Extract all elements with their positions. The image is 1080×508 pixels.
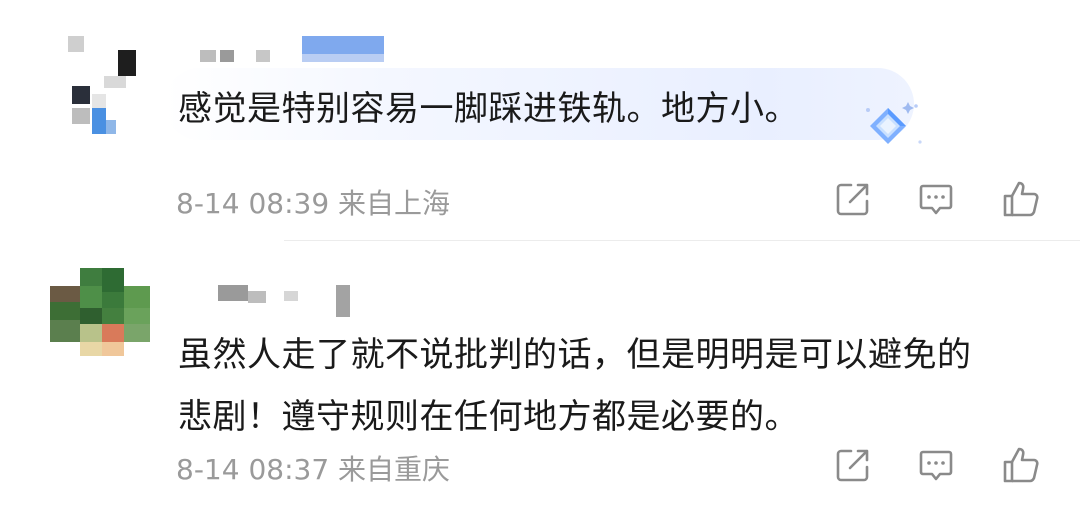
like-button[interactable] — [998, 176, 1044, 222]
thumbs-up-icon — [1003, 447, 1039, 483]
like-button[interactable] — [998, 442, 1044, 488]
diamond-badge-icon — [858, 96, 928, 156]
share-button[interactable] — [830, 442, 876, 488]
comment-icon — [919, 184, 953, 215]
comment-location: 来自重庆 — [338, 453, 451, 486]
comment-meta: 8-14 08:37 来自重庆 — [176, 448, 450, 488]
share-icon — [836, 449, 869, 482]
comment-text: 感觉是特别容易一脚踩进铁轨。地方小。 — [178, 78, 799, 140]
share-button[interactable] — [830, 176, 876, 222]
thumbs-up-icon — [1003, 181, 1039, 217]
comment-text-line: 感觉是特别容易一脚踩进铁轨。地方小。 — [178, 89, 799, 129]
comment-location: 来自上海 — [338, 187, 451, 220]
share-icon — [836, 183, 869, 216]
comment-time: 8-14 08:37 — [176, 453, 330, 486]
comment-time: 8-14 08:39 — [176, 187, 330, 220]
comment-item: 感觉是特别容易一脚踩进铁轨。地方小。 8-14 08:39 来自上海 — [0, 0, 1080, 241]
comment-item: 虽然人走了就不说批判的话，但是明明是可以避免的 悲剧！遵守规则在任何地方都是必要… — [0, 242, 1080, 508]
avatar[interactable] — [44, 36, 144, 136]
comment-icon — [919, 450, 953, 481]
avatar[interactable] — [50, 268, 150, 368]
comment-text-line: 虽然人走了就不说批判的话，但是明明是可以避免的 — [178, 335, 972, 375]
divider — [284, 240, 1080, 241]
comment-text-line: 悲剧！遵守规则在任何地方都是必要的。 — [178, 397, 799, 437]
reply-button[interactable] — [913, 176, 959, 222]
reply-button[interactable] — [913, 442, 959, 488]
comment-text: 虽然人走了就不说批判的话，但是明明是可以避免的 悲剧！遵守规则在任何地方都是必要… — [178, 324, 972, 448]
comment-meta: 8-14 08:39 来自上海 — [176, 182, 450, 222]
